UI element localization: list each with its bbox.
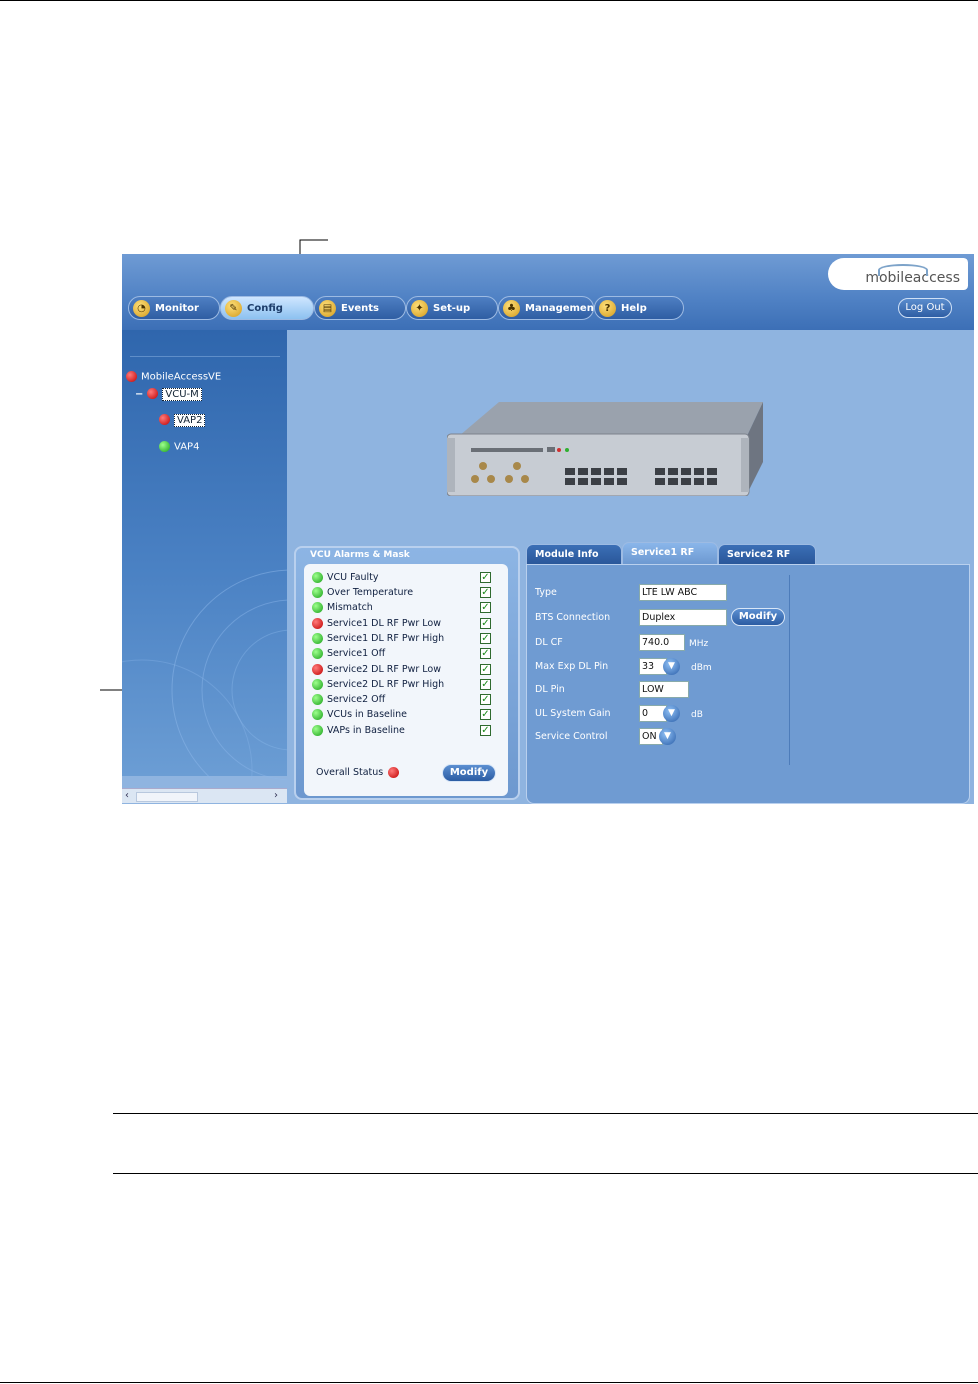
bottom-rule (0, 1382, 978, 1383)
scroll-left-icon[interactable]: ‹ (125, 789, 129, 803)
collapse-icon[interactable]: − (135, 389, 143, 400)
alarm-item: VCUs in Baseline (312, 709, 407, 720)
chevron-down-icon[interactable]: ▼ (663, 658, 680, 675)
service-control-label: Service Control (535, 731, 608, 742)
type-label: Type (535, 587, 557, 598)
tree-divider (130, 356, 280, 357)
status-dot-green (312, 679, 323, 690)
note-rule-bottom (113, 1173, 978, 1174)
overall-status: Overall Status (316, 767, 403, 778)
ul-system-gain-unit: dB (691, 710, 703, 720)
status-dot-green (159, 441, 170, 452)
mask-checkbox[interactable]: ✓ (480, 709, 491, 720)
wrench-icon: ✎ (225, 300, 242, 317)
bts-connection-field: Duplex (639, 609, 727, 626)
note-rule-top (113, 1113, 978, 1114)
service-rf-panel: Type LTE LW ABC BTS Connection Duplex Mo… (526, 564, 970, 804)
mask-checkbox[interactable]: ✓ (480, 618, 491, 629)
tab-module-info[interactable]: Module Info (526, 544, 622, 564)
alarms-panel-title: VCU Alarms & Mask (310, 550, 410, 560)
alarm-item: Over Temperature (312, 587, 413, 598)
mask-checkbox[interactable]: ✓ (480, 664, 491, 675)
status-dot-green (312, 633, 323, 644)
dl-pin-label: DL Pin (535, 684, 565, 695)
mask-checkbox[interactable]: ✓ (480, 725, 491, 736)
tree-background-arcs (122, 569, 287, 780)
tab-config[interactable]: ✎ Config (220, 296, 314, 320)
alarm-item: Service2 Off (312, 694, 385, 705)
mask-checkbox[interactable]: ✓ (480, 633, 491, 644)
help-icon: ? (599, 300, 616, 317)
alarm-item: Service1 Off (312, 648, 385, 659)
dl-cf-label: DL CF (535, 637, 563, 648)
scroll-right-icon[interactable]: › (274, 789, 278, 803)
vcu-alarms-panel: VCU Alarms & Mask VCU Faulty ✓ Over Temp… (294, 546, 520, 800)
chevron-down-icon[interactable]: ▼ (663, 705, 680, 722)
tree-node-vap4[interactable]: VAP4 (159, 441, 199, 453)
status-dot-green (312, 709, 323, 720)
tab-events[interactable]: ▤ Events (314, 296, 406, 320)
type-field: LTE LW ABC (639, 584, 727, 601)
status-dot-red (312, 618, 323, 629)
ul-system-gain-label: UL System Gain (535, 708, 611, 719)
alarm-item: Service2 DL RF Pwr Low (312, 664, 441, 675)
tree-horizontal-scrollbar[interactable]: ‹ › (122, 788, 287, 803)
status-dot-red (159, 414, 170, 425)
status-dot-red (388, 767, 400, 778)
mask-checkbox[interactable]: ✓ (480, 648, 491, 659)
app-window: mobileaccess ◔ Monitor ✎ Config ▤ Events ✦ S… (122, 254, 974, 804)
tab-help[interactable]: ? Help (594, 296, 684, 320)
dl-cf-unit: MHz (689, 639, 709, 649)
max-exp-dl-pin-unit: dBm (691, 663, 712, 673)
status-dot-green (312, 587, 323, 598)
tab-management[interactable]: ♣ Management (498, 296, 599, 320)
tree-node-vap2[interactable]: VAP2 (159, 413, 206, 427)
tree-node-vcu[interactable]: − VCU-M (135, 387, 202, 401)
tree-node-root[interactable]: MobileAccessVE (126, 371, 221, 383)
mask-checkbox[interactable]: ✓ (480, 602, 491, 613)
device-tree: MobileAccessVE − VCU-M VAP2 VAP4 (122, 330, 287, 780)
panel-divider (789, 575, 790, 765)
status-dot-green (312, 694, 323, 705)
dl-cf-input[interactable]: 740.0 (639, 634, 685, 651)
bts-modify-button[interactable]: Modify (731, 608, 785, 626)
tab-service2-rf[interactable]: Service2 RF (718, 544, 816, 564)
alarm-item: Service1 DL RF Pwr High (312, 633, 444, 644)
top-bar: mobileaccess ◔ Monitor ✎ Config ▤ Events ✦ S… (122, 254, 974, 330)
monitor-icon: ◔ (133, 300, 150, 317)
status-dot-green (312, 602, 323, 613)
setup-icon: ✦ (411, 300, 428, 317)
status-dot-green (312, 725, 323, 736)
alarms-list: VCU Faulty ✓ Over Temperature ✓ Mismatch… (304, 564, 508, 796)
management-icon: ♣ (503, 300, 520, 317)
max-exp-dl-pin-label: Max Exp DL Pin (535, 661, 609, 672)
scrollbar-thumb[interactable] (136, 792, 198, 802)
alarm-item: VAPs in Baseline (312, 725, 405, 736)
brand-logo: mobileaccess (828, 258, 968, 290)
logout-button[interactable]: Log Out (898, 298, 952, 318)
bts-connection-label: BTS Connection (535, 612, 611, 623)
status-dot-red (312, 664, 323, 675)
tab-setup[interactable]: ✦ Set-up (406, 296, 498, 320)
alarm-item: VCU Faulty (312, 572, 379, 583)
status-dot-red (147, 388, 159, 399)
tab-service1-rf[interactable]: Service1 RF (622, 542, 718, 564)
alarm-item: Service1 DL RF Pwr Low (312, 618, 441, 629)
vcu-device-image (447, 402, 763, 496)
mask-checkbox[interactable]: ✓ (480, 694, 491, 705)
status-dot-green (312, 572, 323, 583)
chevron-down-icon[interactable]: ▼ (659, 728, 676, 745)
dl-pin-field: LOW (639, 681, 689, 698)
mask-checkbox[interactable]: ✓ (480, 572, 491, 583)
alarm-item: Mismatch (312, 602, 373, 613)
mask-checkbox[interactable]: ✓ (480, 587, 491, 598)
alarm-item: Service2 DL RF Pwr High (312, 679, 444, 690)
status-dot-green (312, 648, 323, 659)
mask-checkbox[interactable]: ✓ (480, 679, 491, 690)
status-dot-red (126, 371, 137, 382)
tab-monitor[interactable]: ◔ Monitor (128, 296, 220, 320)
alarms-modify-button[interactable]: Modify (442, 764, 496, 782)
events-icon: ▤ (319, 300, 336, 317)
